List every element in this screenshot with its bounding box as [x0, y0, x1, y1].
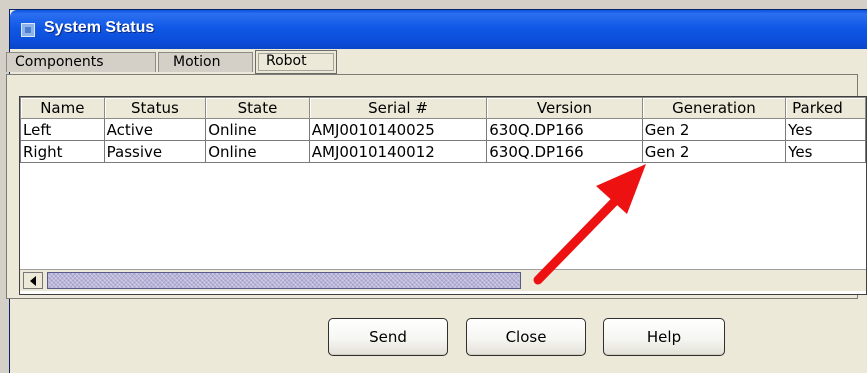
column-header-state[interactable]: State — [205, 97, 310, 119]
cell-serial: AMJ0010140012 — [308, 140, 488, 163]
horizontal-scrollbar[interactable] — [20, 269, 866, 291]
column-header-name[interactable]: Name — [20, 97, 105, 119]
robot-table: Name Status State Serial # Version Gener… — [19, 96, 867, 295]
column-header-serial[interactable]: Serial # — [308, 97, 488, 119]
close-button[interactable]: Close — [466, 318, 586, 356]
cell-version: 630Q.DP166 — [486, 118, 643, 141]
help-button[interactable]: Help — [603, 318, 725, 356]
cell-status: Active — [103, 118, 207, 141]
send-button[interactable]: Send — [328, 318, 448, 356]
cell-parked: Yes — [785, 140, 866, 163]
scroll-left-arrow-icon[interactable] — [23, 272, 43, 289]
window-app-icon — [21, 23, 35, 37]
title-bar[interactable]: System Status — [10, 10, 867, 49]
tab-components-label: Components — [15, 54, 104, 70]
tab-motion[interactable]: Motion — [158, 52, 253, 72]
cell-status: Passive — [103, 140, 207, 163]
column-header-status[interactable]: Status — [103, 97, 207, 119]
cell-state: Online — [205, 140, 310, 163]
window-title: System Status — [44, 19, 155, 36]
cell-name: Left — [20, 118, 105, 141]
cell-name: Right — [20, 140, 105, 163]
tab-robot-label: Robot — [266, 53, 307, 69]
table-row[interactable]: Right Passive Online AMJ0010140012 630Q.… — [20, 140, 866, 163]
cell-generation: Gen 2 — [641, 118, 787, 141]
tab-motion-label: Motion — [173, 54, 221, 70]
cell-parked: Yes — [785, 118, 866, 141]
scrollbar-thumb[interactable] — [47, 272, 521, 289]
cell-generation: Gen 2 — [641, 140, 787, 163]
column-header-version[interactable]: Version — [486, 97, 643, 119]
robot-grid: Name Status State Serial # Version Gener… — [20, 97, 866, 163]
column-header-parked[interactable]: Parked — [785, 97, 866, 119]
tab-components[interactable]: Components — [6, 52, 156, 72]
cell-state: Online — [205, 118, 310, 141]
table-row[interactable]: Left Active Online AMJ0010140025 630Q.DP… — [20, 118, 866, 141]
cell-version: 630Q.DP166 — [486, 140, 643, 163]
table-header-row: Name Status State Serial # Version Gener… — [20, 97, 866, 119]
tab-robot[interactable]: Robot — [255, 50, 337, 74]
cell-serial: AMJ0010140025 — [308, 118, 488, 141]
column-header-generation[interactable]: Generation — [641, 97, 787, 119]
